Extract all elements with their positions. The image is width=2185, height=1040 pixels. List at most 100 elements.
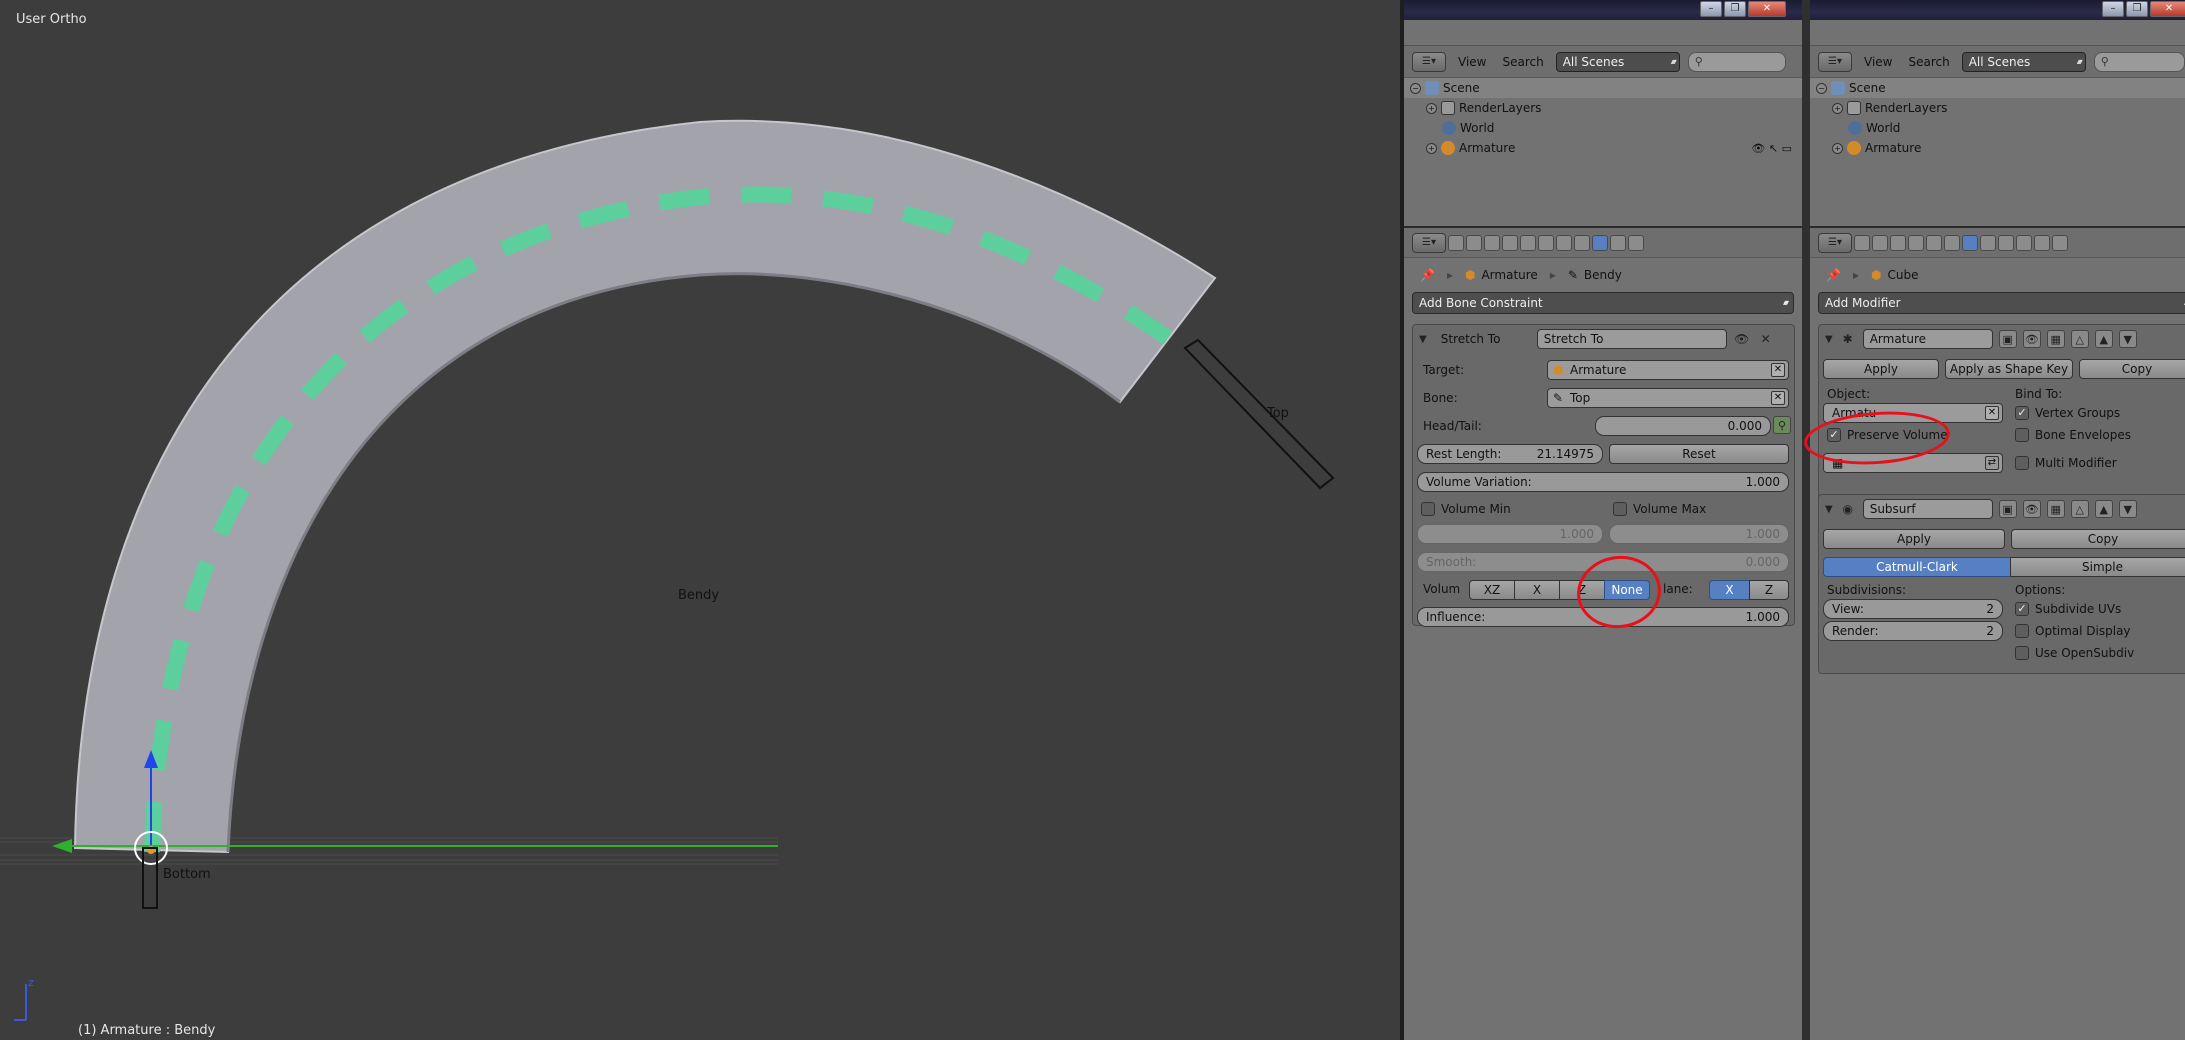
tab-material-icon[interactable] (1998, 234, 2014, 251)
expand-icon[interactable]: + (1426, 142, 1437, 154)
close-button-2[interactable]: ✕ (2150, 1, 2185, 17)
search-input[interactable]: ⚲ (2093, 51, 2185, 72)
view-levels-field[interactable]: View: 2 (1823, 599, 2003, 619)
editor-type-icon[interactable]: ☰▾ (1818, 51, 1852, 72)
add-modifier-select[interactable]: Add Modifier (1818, 292, 2185, 314)
collapse-icon[interactable]: − (1816, 82, 1827, 94)
editor-type-icon[interactable]: ☰▾ (1818, 232, 1852, 253)
volume-variation-field[interactable]: Volume Variation: 1.000 (1417, 472, 1789, 492)
outliner-item-armature[interactable]: + Armature 👁 ↖ ▭ (1404, 138, 1802, 158)
clear-icon[interactable]: ✕ (1771, 391, 1785, 405)
menu-view[interactable]: View (1864, 55, 1892, 69)
render-toggle-icon[interactable]: ▣ (1998, 330, 2017, 348)
copy-button[interactable]: Copy (2079, 359, 2185, 379)
tab-particles-icon[interactable] (2034, 234, 2050, 251)
target-field[interactable]: ⬢ Armature ✕ (1547, 360, 1789, 380)
constraint-name-input[interactable]: Stretch To (1536, 329, 1727, 349)
outliner-item-armature[interactable]: + Armature (1810, 138, 2185, 158)
expand-icon[interactable]: + (1832, 142, 1843, 154)
tab-scene-icon[interactable] (1890, 234, 1906, 251)
apply-button[interactable]: Apply (1823, 359, 1939, 379)
visibility-eye-icon[interactable]: 👁 ↖ ▭ (1751, 142, 1792, 155)
volume-x-option[interactable]: X (1514, 580, 1560, 600)
pin-icon[interactable]: 📌 (1826, 268, 1841, 282)
bone-field[interactable]: ✎ Top ✕ (1547, 388, 1789, 408)
tab-layers-icon[interactable] (1466, 234, 1482, 251)
plane-z-option[interactable]: Z (1749, 580, 1789, 600)
outliner-item-world[interactable]: World (1404, 118, 1802, 138)
minimize-button-2[interactable]: – (2102, 1, 2124, 17)
subdivide-uvs-checkbox[interactable]: ✓ (2015, 602, 2029, 616)
tab-bone-constraints-icon[interactable] (1592, 234, 1608, 251)
restore-button[interactable]: ❐ (1724, 1, 1746, 17)
catmull-clark-option[interactable]: Catmull-Clark (1823, 557, 2011, 577)
expand-icon[interactable]: + (1426, 102, 1437, 114)
render-levels-field[interactable]: Render: 2 (1823, 621, 2003, 641)
editor-type-icon[interactable]: ☰▾ (1412, 51, 1446, 72)
modifier-name-input[interactable]: Armature (1862, 329, 1993, 349)
move-down-icon[interactable]: ▼ (2118, 500, 2137, 518)
visibility-eye-icon[interactable]: 👁 (1733, 330, 1751, 348)
move-up-icon[interactable]: ▲ (2094, 500, 2113, 518)
apply-button[interactable]: Apply (1823, 529, 2005, 549)
scene-select[interactable]: All Scenes (1555, 51, 1680, 72)
invert-icon[interactable]: ⇄ (1985, 456, 1999, 470)
expand-icon[interactable]: + (1832, 102, 1843, 114)
simple-option[interactable]: Simple (2010, 557, 2185, 577)
tab-render-icon[interactable] (1448, 234, 1464, 251)
tab-scene-icon[interactable] (1484, 234, 1500, 251)
collapse-triangle-icon[interactable]: ▼ (1825, 334, 1833, 345)
editmode-toggle-icon[interactable]: ▦ (2046, 330, 2065, 348)
remove-icon[interactable]: ✕ (1757, 330, 1775, 348)
use-opensubdiv-checkbox[interactable] (2015, 646, 2029, 660)
clear-icon[interactable]: ✕ (1771, 363, 1785, 377)
minimize-button[interactable]: – (1700, 1, 1722, 17)
tab-render-icon[interactable] (1854, 234, 1870, 251)
tab-data-icon[interactable] (1556, 234, 1572, 251)
vertex-groups-checkbox[interactable]: ✓ (2015, 406, 2029, 420)
apply-as-shape-key-button[interactable]: Apply as Shape Key (1945, 359, 2073, 379)
menu-search[interactable]: Search (1502, 55, 1543, 69)
cage-toggle-icon[interactable]: △ (2070, 330, 2089, 348)
tab-physics-icon[interactable] (2052, 234, 2068, 251)
outliner-item-scene[interactable]: − Scene (1404, 78, 1802, 98)
tab-constraints-icon[interactable] (1538, 234, 1554, 251)
reset-button[interactable]: Reset (1609, 444, 1789, 464)
tab-texture-icon[interactable] (1610, 234, 1626, 251)
copy-button[interactable]: Copy (2011, 529, 2185, 549)
modifier-name-input[interactable]: Subsurf (1862, 499, 1993, 519)
tab-texture-icon[interactable] (2016, 234, 2032, 251)
search-input[interactable]: ⚲ (1687, 51, 1786, 72)
tab-world-icon[interactable] (1908, 234, 1924, 251)
tab-constraints-icon[interactable] (1944, 234, 1960, 251)
tab-data-icon[interactable] (1980, 234, 1996, 251)
menu-search[interactable]: Search (1908, 55, 1949, 69)
outliner-item-renderlayers[interactable]: + RenderLayers (1404, 98, 1802, 118)
tab-object-icon[interactable] (1926, 234, 1942, 251)
tab-world-icon[interactable] (1502, 234, 1518, 251)
outliner-item-scene[interactable]: − Scene (1810, 78, 2185, 98)
3d-viewport[interactable]: z User Ortho Bendy Top Bottom (1) Armatu… (0, 0, 1400, 1040)
collapse-triangle-icon[interactable]: ▼ (1825, 504, 1833, 515)
tab-modifiers-icon[interactable] (1962, 234, 1978, 251)
close-button[interactable]: ✕ (1748, 1, 1786, 17)
collapse-triangle-icon[interactable]: ▼ (1419, 334, 1427, 345)
tab-particles-icon[interactable] (1628, 234, 1644, 251)
volume-max-checkbox[interactable] (1613, 502, 1627, 516)
editmode-toggle-icon[interactable]: ▦ (2046, 500, 2065, 518)
restore-button-2[interactable]: ❐ (2126, 1, 2148, 17)
viewport-toggle-icon[interactable]: 👁 (2022, 500, 2041, 518)
volume-xz-option[interactable]: XZ (1469, 580, 1515, 600)
bone-envelopes-checkbox[interactable] (2015, 428, 2029, 442)
outliner-item-renderlayers[interactable]: + RenderLayers (1810, 98, 2185, 118)
tab-layers-icon[interactable] (1872, 234, 1888, 251)
optimal-display-checkbox[interactable] (2015, 624, 2029, 638)
pin-icon[interactable]: 📌 (1420, 268, 1435, 282)
plane-x-option[interactable]: X (1709, 580, 1750, 600)
editor-type-icon[interactable]: ☰▾ (1412, 232, 1446, 253)
clear-icon[interactable]: ✕ (1985, 406, 1999, 420)
tab-object-icon[interactable] (1520, 234, 1536, 251)
multi-modifier-checkbox[interactable] (2015, 456, 2029, 470)
head-tail-field[interactable]: 0.000 (1595, 416, 1771, 436)
viewport-toggle-icon[interactable]: 👁 (2022, 330, 2041, 348)
